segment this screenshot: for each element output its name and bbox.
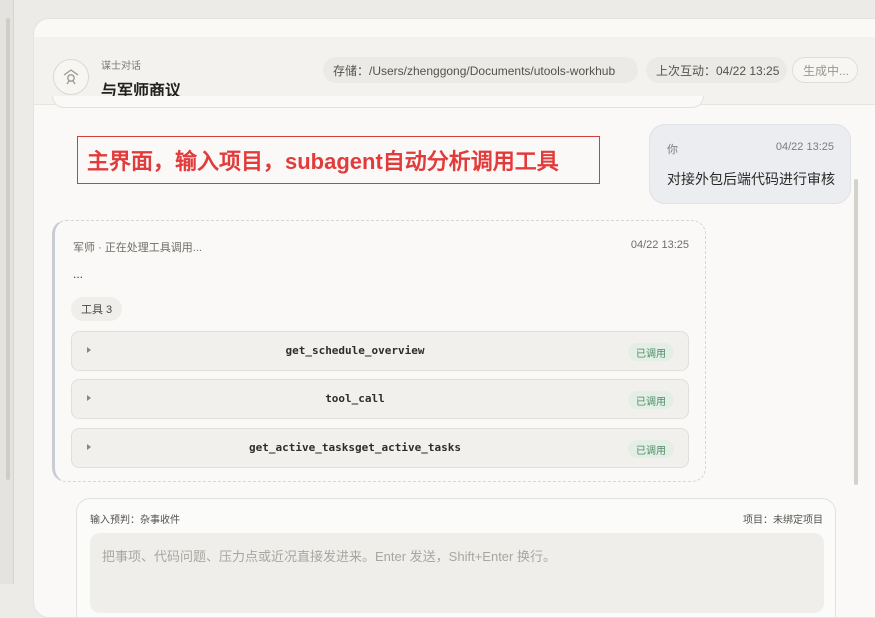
left-rail-scrollbar[interactable] [6,18,10,480]
tool-call-row[interactable]: get_schedule_overview 已调用 [71,331,689,371]
assistant-message: 军师 · 正在处理工具调用... 04/22 13:25 ... 工具 3 ge… [52,220,706,482]
tool-call-name: get_schedule_overview [285,344,425,357]
assistant-message-meta: 军师 · 正在处理工具调用... [73,242,202,254]
annotation-callout: 主界面，输入项目，subagent自动分析调用工具 [77,136,600,184]
chat-scrollbar[interactable] [854,179,858,485]
left-rail [0,0,14,584]
tool-count-chip[interactable]: 工具 3 [71,297,123,321]
header-eyebrow: 谋士对话 [101,61,141,72]
last-interaction-pill: 上次互动：04/22 13:25 [646,57,787,83]
message-input[interactable] [90,533,824,613]
tool-call-status-badge: 已调用 [628,343,674,361]
tool-call-status-badge: 已调用 [628,391,674,409]
project-binding-label[interactable]: 项目：未绑定项目 [743,511,823,526]
tool-call-status-badge: 已调用 [628,440,674,458]
tool-call-row[interactable]: get_active_tasksget_active_tasks 已调用 [71,428,689,468]
assistant-message-time: 04/22 13:25 [630,239,689,251]
input-intent-label: 输入预判：杂事收件 [90,515,180,526]
chat-window: 谋士对话 与军师商议 存储：/Users/zhenggong/Documents… [33,18,875,618]
tool-call-name: get_active_tasksget_active_tasks [249,441,461,454]
user-message: 你 04/22 13:25 对接外包后端代码进行审核 [649,124,851,204]
message-composer: 输入预判：杂事收件 项目：未绑定项目 [76,498,836,617]
tool-call-row[interactable]: tool_call 已调用 [71,379,689,419]
user-message-text: 对接外包后端代码进行审核 [667,171,835,187]
advisor-icon [63,69,79,85]
user-message-sender: 你 [667,144,678,156]
storage-path-pill[interactable]: 存储：/Users/zhenggong/Documents/utools-wor… [323,57,638,83]
caret-right-icon[interactable] [87,444,91,450]
previous-message-edge [52,96,704,108]
caret-right-icon[interactable] [87,395,91,401]
avatar [53,59,89,95]
chat-header: 谋士对话 与军师商议 存储：/Users/zhenggong/Documents… [34,37,875,105]
generation-status-badge: 生成中... [792,57,858,83]
tool-call-name: tool_call [325,392,385,405]
caret-right-icon[interactable] [87,347,91,353]
assistant-message-body: ... [73,267,84,281]
user-message-time: 04/22 13:25 [775,141,834,153]
